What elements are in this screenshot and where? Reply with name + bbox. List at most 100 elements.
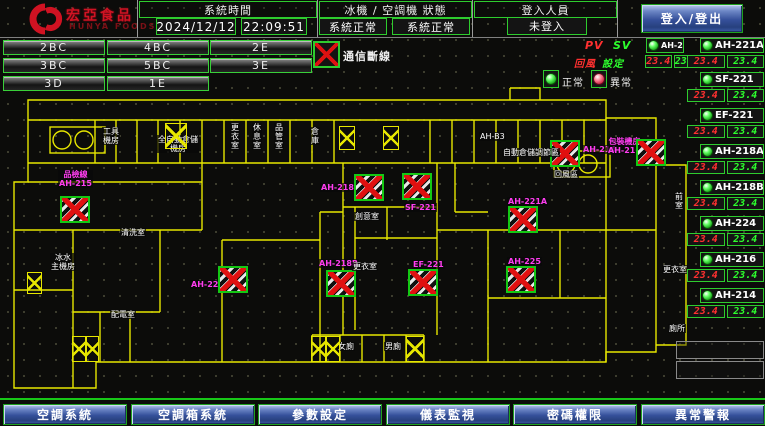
equip-values-sf-221: 23.423.4 (687, 89, 764, 102)
equip-name: AH-218B (715, 182, 764, 193)
equip-name: AH-214 (715, 290, 756, 301)
x-cell-icon (311, 336, 326, 362)
map-equip-label: 品檢線AH-215 (58, 170, 93, 188)
comm-fail-icon-ah-215[interactable] (60, 196, 90, 223)
equip-values-ah-221a: 23.423.4 (687, 55, 764, 68)
stairs-icon (311, 336, 340, 362)
pv-value: 23.4 (687, 233, 725, 246)
room-label: 男廁 (384, 342, 402, 351)
room-label: 創意室 (354, 212, 380, 221)
room-label: 工具機房 (102, 127, 120, 145)
map-equip-label: EF-221 (412, 260, 445, 269)
stairs-icon (383, 126, 399, 150)
map-equip-label: SF-221 (404, 203, 437, 212)
equip-name: AH-216 (715, 254, 756, 265)
pv-value: 23.4 (687, 55, 725, 68)
equip-sf-221[interactable]: SF-221 (700, 72, 764, 87)
stairs-icon (72, 336, 99, 362)
spare-slot (676, 341, 764, 359)
stairs-icon (406, 336, 424, 362)
equip-ah-225[interactable]: AH-225 (646, 38, 684, 53)
x-cell-icon (86, 336, 100, 362)
equip-ah-216[interactable]: AH-216 (700, 252, 764, 267)
sv-value: 23.4 (727, 233, 765, 246)
room-label: AH-B3 (479, 132, 506, 141)
equip-values-ef-221: 23.423.4 (687, 125, 764, 138)
bottom-button-parameter-settings[interactable]: 參數設定 (258, 404, 382, 425)
x-cell-icon (383, 126, 399, 150)
equip-ah-214[interactable]: AH-214 (700, 288, 764, 303)
bottom-button-meter-monitor[interactable]: 儀表監視 (386, 404, 510, 425)
room-label: 更衣室 (662, 265, 688, 274)
bottom-button-password-permission[interactable]: 密碼權限 (513, 404, 637, 425)
pv-value: 23.4 (687, 305, 725, 318)
x-cell-icon (72, 336, 86, 362)
equip-values-ah-224: 23.423.4 (687, 233, 764, 246)
room-label: 前室 (674, 192, 684, 210)
pv-value: 23.4 (687, 269, 725, 282)
room-label: 自動倉儲調節區 (502, 148, 560, 157)
equip-name: AH-224 (715, 218, 756, 229)
pv-value: 23.4 (687, 89, 725, 102)
room-label: 更衣室 (352, 262, 378, 271)
status-led-icon (702, 110, 713, 121)
equip-values-ah-218b: 23.423.4 (687, 197, 764, 210)
room-label: 休息室 (252, 123, 262, 150)
room-label: 更衣室 (230, 123, 240, 150)
sv-value: 23.4 (727, 89, 765, 102)
pv-value: 23.4 (687, 197, 725, 210)
equip-ah-221a[interactable]: AH-221A (700, 38, 764, 53)
x-cell-icon (339, 126, 355, 150)
status-led-icon (702, 146, 713, 157)
x-cell-icon (406, 336, 424, 362)
comm-fail-icon-ah-218b[interactable] (326, 270, 356, 297)
equip-name: EF-221 (715, 110, 753, 121)
stairs-icon (165, 123, 187, 149)
room-label: 倉庫 (310, 127, 320, 145)
sv-value: 23.4 (727, 125, 765, 138)
stairs-icon (27, 272, 42, 294)
comm-fail-icon-ah-216[interactable] (636, 139, 666, 166)
pv-value: 23.4 (687, 161, 725, 174)
equip-values-ah-218a: 23.423.4 (687, 161, 764, 174)
sv-value: 23.4 (727, 55, 765, 68)
status-led-icon (702, 182, 713, 193)
status-led-icon (648, 40, 659, 51)
bottom-button-hvac-system[interactable]: 空調系統 (3, 404, 127, 425)
room-label: 清洗室 (120, 228, 146, 237)
equip-name: AH-221A (715, 40, 764, 51)
equip-name: SF-221 (715, 74, 754, 85)
comm-fail-icon-ef-221[interactable] (408, 269, 438, 296)
pv-value: 23.4 (687, 125, 725, 138)
x-cell-icon (165, 123, 187, 149)
equip-ah-218b[interactable]: AH-218B (700, 180, 764, 195)
comm-fail-icon-ah-218a[interactable] (354, 174, 384, 201)
room-label: 回風區 (553, 170, 579, 179)
bottom-button-ahu-system[interactable]: 空調箱系統 (131, 404, 255, 425)
equip-ef-221[interactable]: EF-221 (700, 108, 764, 123)
equip-ah-224[interactable]: AH-224 (700, 216, 764, 231)
hvac-hmi-screen: 宏亞食品 HUNYA FOODS 系統時間 冰機 / 空調機 狀態 登入人員 2… (0, 0, 765, 426)
equip-values-ah-216: 23.423.4 (687, 269, 764, 282)
equip-name: AH-225 (661, 41, 684, 50)
status-led-icon (702, 218, 713, 229)
room-label: 冰水主機房 (50, 253, 76, 271)
room-label: 品管室 (274, 123, 284, 150)
status-led-icon (702, 254, 713, 265)
stairs-icon (339, 126, 355, 150)
comm-fail-icon-ah-226[interactable] (218, 266, 248, 293)
status-led-icon (702, 74, 713, 85)
equip-ah-218a[interactable]: AH-218A (700, 144, 764, 159)
map-equip-label: AH-221A (507, 197, 548, 206)
x-cell-icon (27, 272, 42, 294)
pv-value: 23.4 (645, 55, 672, 68)
bottom-button-abnormal-alarm[interactable]: 異常警報 (641, 404, 765, 425)
status-led-icon (702, 290, 713, 301)
status-led-icon (702, 40, 713, 51)
comm-fail-icon-ah-221a[interactable] (508, 206, 538, 233)
comm-fail-icon-ah-225[interactable] (506, 266, 536, 293)
equip-values-ah-214: 23.423.4 (687, 305, 764, 318)
spare-slot (676, 361, 764, 379)
sv-value: 23.4 (727, 269, 765, 282)
comm-fail-icon-sf-221[interactable] (402, 173, 432, 200)
